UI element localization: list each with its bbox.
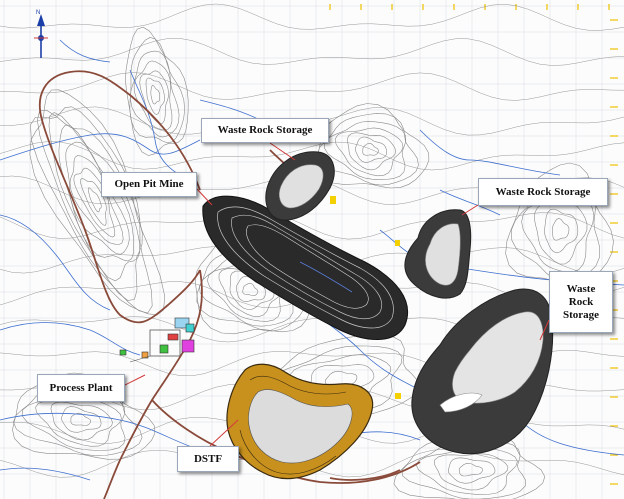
- north-arrow-icon: N: [34, 10, 48, 58]
- label-text: Waste Rock Storage: [495, 185, 591, 198]
- label-text-line-1: Waste: [566, 282, 596, 295]
- label-text-line-2: Rock: [568, 295, 594, 308]
- north-arrow-label: N: [36, 10, 40, 16]
- label-text: Open Pit Mine: [114, 178, 184, 190]
- label-waste-rock-storage-north: Waste Rock Storage: [201, 118, 329, 143]
- label-process-plant: Process Plant: [37, 374, 125, 402]
- dstf-area: [226, 363, 374, 480]
- site-layout-drawing: N: [0, 0, 624, 499]
- process-plant-area: [119, 317, 195, 363]
- label-waste-rock-storage-east: Waste Rock Storage: [478, 178, 608, 206]
- label-text: Process Plant: [49, 381, 113, 394]
- label-text-line-3: Storage: [562, 308, 600, 321]
- label-text: DSTF: [193, 452, 223, 465]
- waste-rock-storage-southeast-area: [411, 288, 554, 455]
- site-map: N Waste Rock Storage Waste Rock Storage …: [0, 0, 624, 499]
- label-dstf: DSTF: [177, 446, 239, 472]
- label-waste-rock-storage-southeast: Waste Rock Storage: [549, 271, 613, 333]
- label-text: Waste Rock Storage: [217, 124, 313, 136]
- label-open-pit-mine: Open Pit Mine: [101, 172, 197, 197]
